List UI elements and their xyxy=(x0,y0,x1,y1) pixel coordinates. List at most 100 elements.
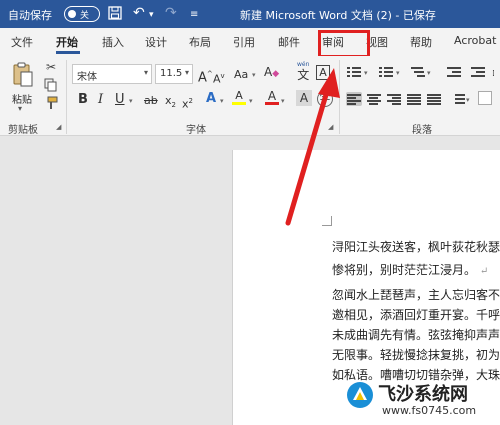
watermark-logo-icon xyxy=(347,382,373,408)
cut-icon[interactable]: ✂ xyxy=(44,60,58,74)
distributed-icon[interactable] xyxy=(426,92,442,106)
numbering-dropdown-icon[interactable]: ▾ xyxy=(396,69,400,77)
strikethrough-button[interactable]: ab xyxy=(144,93,158,109)
italic-button[interactable]: I xyxy=(98,92,103,108)
shrink-font-glyph: A xyxy=(213,72,221,86)
align-center-icon[interactable] xyxy=(366,92,382,106)
document-title: 新建 Microsoft Word 文档 (2) - 已保存 xyxy=(240,9,436,22)
autosave-toggle[interactable]: 关 xyxy=(64,6,100,22)
bold-glyph: B xyxy=(78,92,88,107)
align-left-icon[interactable] xyxy=(346,92,362,106)
phonetic-top: wén xyxy=(297,61,310,68)
chinese-layout-icon[interactable]: ⁞ xyxy=(492,66,495,82)
format-painter-icon[interactable] xyxy=(44,96,58,110)
tab-home[interactable]: 开始 xyxy=(56,34,78,50)
tab-references[interactable]: 引用 xyxy=(233,34,255,50)
highlight-glyph: A xyxy=(235,89,243,102)
font-color-dropdown-icon[interactable]: ▾ xyxy=(281,97,285,105)
copy-icon[interactable] xyxy=(44,78,58,92)
paragraph-group-label: 段落 xyxy=(412,125,432,136)
chevron-down-icon[interactable]: ▾ xyxy=(185,68,189,77)
underline-dropdown-icon[interactable]: ▾ xyxy=(129,97,133,105)
character-border-glyph: A xyxy=(319,66,327,79)
chevron-down-icon[interactable]: ▾ xyxy=(144,68,148,77)
font-dialog-launcher-icon[interactable]: ◢ xyxy=(328,123,333,131)
text-effects-button[interactable]: A xyxy=(206,91,216,107)
text-effects-glyph: A xyxy=(206,91,217,106)
paste-dropdown-icon[interactable]: ▾ xyxy=(18,104,22,113)
change-case-button[interactable]: Aa xyxy=(234,67,248,83)
grow-font-button[interactable]: A^ xyxy=(198,66,213,86)
subscript-index: 2 xyxy=(171,101,176,110)
highlight-dropdown-icon[interactable]: ▾ xyxy=(249,97,253,105)
increase-indent-icon[interactable] xyxy=(470,65,486,79)
review-tab-highlight xyxy=(318,30,370,58)
paste-icon[interactable] xyxy=(12,62,34,88)
title-bar: 自动保存 关 ↶ ▾ ↷ ≡ 新建 Microsoft Word 文档 (2) … xyxy=(0,0,500,28)
phonetic-main: 文 xyxy=(297,68,310,82)
text-effects-dropdown-icon[interactable]: ▾ xyxy=(220,97,224,105)
bullets-icon[interactable] xyxy=(346,65,362,79)
line-spacing-icon[interactable] xyxy=(450,92,466,106)
shrink-font-button[interactable]: Av xyxy=(213,68,225,88)
autosave-label: 自动保存 xyxy=(8,9,52,22)
undo-dropdown-icon[interactable]: ▾ xyxy=(149,7,154,23)
decrease-indent-icon[interactable] xyxy=(446,65,462,79)
multilevel-dropdown-icon[interactable]: ▾ xyxy=(427,69,431,77)
justify-icon[interactable] xyxy=(406,92,422,106)
multilevel-list-icon[interactable] xyxy=(410,65,426,79)
toggle-knob xyxy=(68,10,76,18)
document-line[interactable]: 无限事。轻拢慢捻抹复挑，初为 xyxy=(332,346,500,363)
customize-quick-access-icon[interactable]: ≡ xyxy=(190,7,198,23)
document-line-text: 忽闻水上琵琶声，主人忘归客不 xyxy=(332,288,500,302)
tab-file[interactable]: 文件 xyxy=(11,34,33,50)
line-spacing-dropdown-icon[interactable]: ▾ xyxy=(466,96,470,104)
align-right-icon[interactable] xyxy=(386,92,402,106)
character-border-button[interactable]: A xyxy=(316,65,330,80)
document-line[interactable]: 忽闻水上琵琶声，主人忘归客不 xyxy=(332,286,500,303)
tab-help[interactable]: 帮助 xyxy=(410,34,432,50)
character-shading-button[interactable]: A xyxy=(296,90,312,106)
grow-font-glyph: A xyxy=(198,70,207,86)
document-line[interactable]: 惨将别，别时茫茫江浸月。 ↵ xyxy=(332,261,488,278)
font-name-combo[interactable]: 宋体 ▾ xyxy=(72,64,152,84)
subscript-button[interactable]: x2 xyxy=(165,93,176,113)
numbering-icon[interactable] xyxy=(378,65,394,79)
tab-layout[interactable]: 布局 xyxy=(189,34,211,50)
highlight-color-bar xyxy=(232,102,246,105)
change-case-glyph: Aa xyxy=(234,68,249,81)
font-size-combo[interactable]: 11.5 ▾ xyxy=(155,64,193,84)
document-line-text: 浔阳江头夜送客，枫叶荻花秋瑟 xyxy=(332,240,500,254)
font-color-glyph: A xyxy=(267,89,277,103)
change-case-dropdown-icon[interactable]: ▾ xyxy=(252,71,256,79)
font-group-label: 字体 xyxy=(186,125,206,136)
watermark-name: 飞沙系统网 xyxy=(378,384,468,405)
shading-icon[interactable] xyxy=(478,91,492,105)
tab-design[interactable]: 设计 xyxy=(145,34,167,50)
redo-icon[interactable]: ↷ xyxy=(165,5,177,21)
superscript-index: 2 xyxy=(188,97,193,105)
ribbon: 粘贴 ▾ ✂ 剪贴板 ◢ 宋体 ▾ 11.5 ▾ A^ Av Aa ▾ A◆ w… xyxy=(0,56,500,136)
clipboard-dialog-launcher-icon[interactable]: ◢ xyxy=(56,123,61,131)
clear-formatting-button[interactable]: A◆ xyxy=(264,64,279,82)
margin-corner-mark xyxy=(322,216,332,226)
document-line-text: 惨将别，别时茫茫江浸月。 xyxy=(332,263,477,277)
phonetic-guide-button[interactable]: wén 文 xyxy=(297,61,309,82)
document-line-text: 无限事。轻拢慢捻抹复挑，初为 xyxy=(332,348,500,362)
document-line[interactable]: 邀相见，添酒回灯重开宴。千呼 xyxy=(332,306,500,323)
tab-mailings[interactable]: 邮件 xyxy=(278,34,300,50)
document-line[interactable]: 未成曲调先有情。弦弦掩抑声声 xyxy=(332,326,500,343)
enclose-characters-button[interactable]: 字 xyxy=(317,91,333,107)
strikethrough-glyph: ab xyxy=(144,94,158,107)
tab-acrobat[interactable]: Acrobat xyxy=(454,34,496,47)
tab-insert[interactable]: 插入 xyxy=(102,34,124,50)
undo-icon[interactable]: ↶ xyxy=(133,5,145,21)
highlight-color-button[interactable]: A xyxy=(232,90,246,105)
bold-button[interactable]: B xyxy=(78,92,88,108)
font-color-button[interactable]: A xyxy=(265,90,279,105)
save-icon[interactable] xyxy=(108,6,122,20)
superscript-button[interactable]: x2 xyxy=(182,93,193,113)
underline-button[interactable]: U xyxy=(115,92,125,108)
document-line[interactable]: 浔阳江头夜送客，枫叶荻花秋瑟 xyxy=(332,238,500,255)
bullets-dropdown-icon[interactable]: ▾ xyxy=(364,69,368,77)
